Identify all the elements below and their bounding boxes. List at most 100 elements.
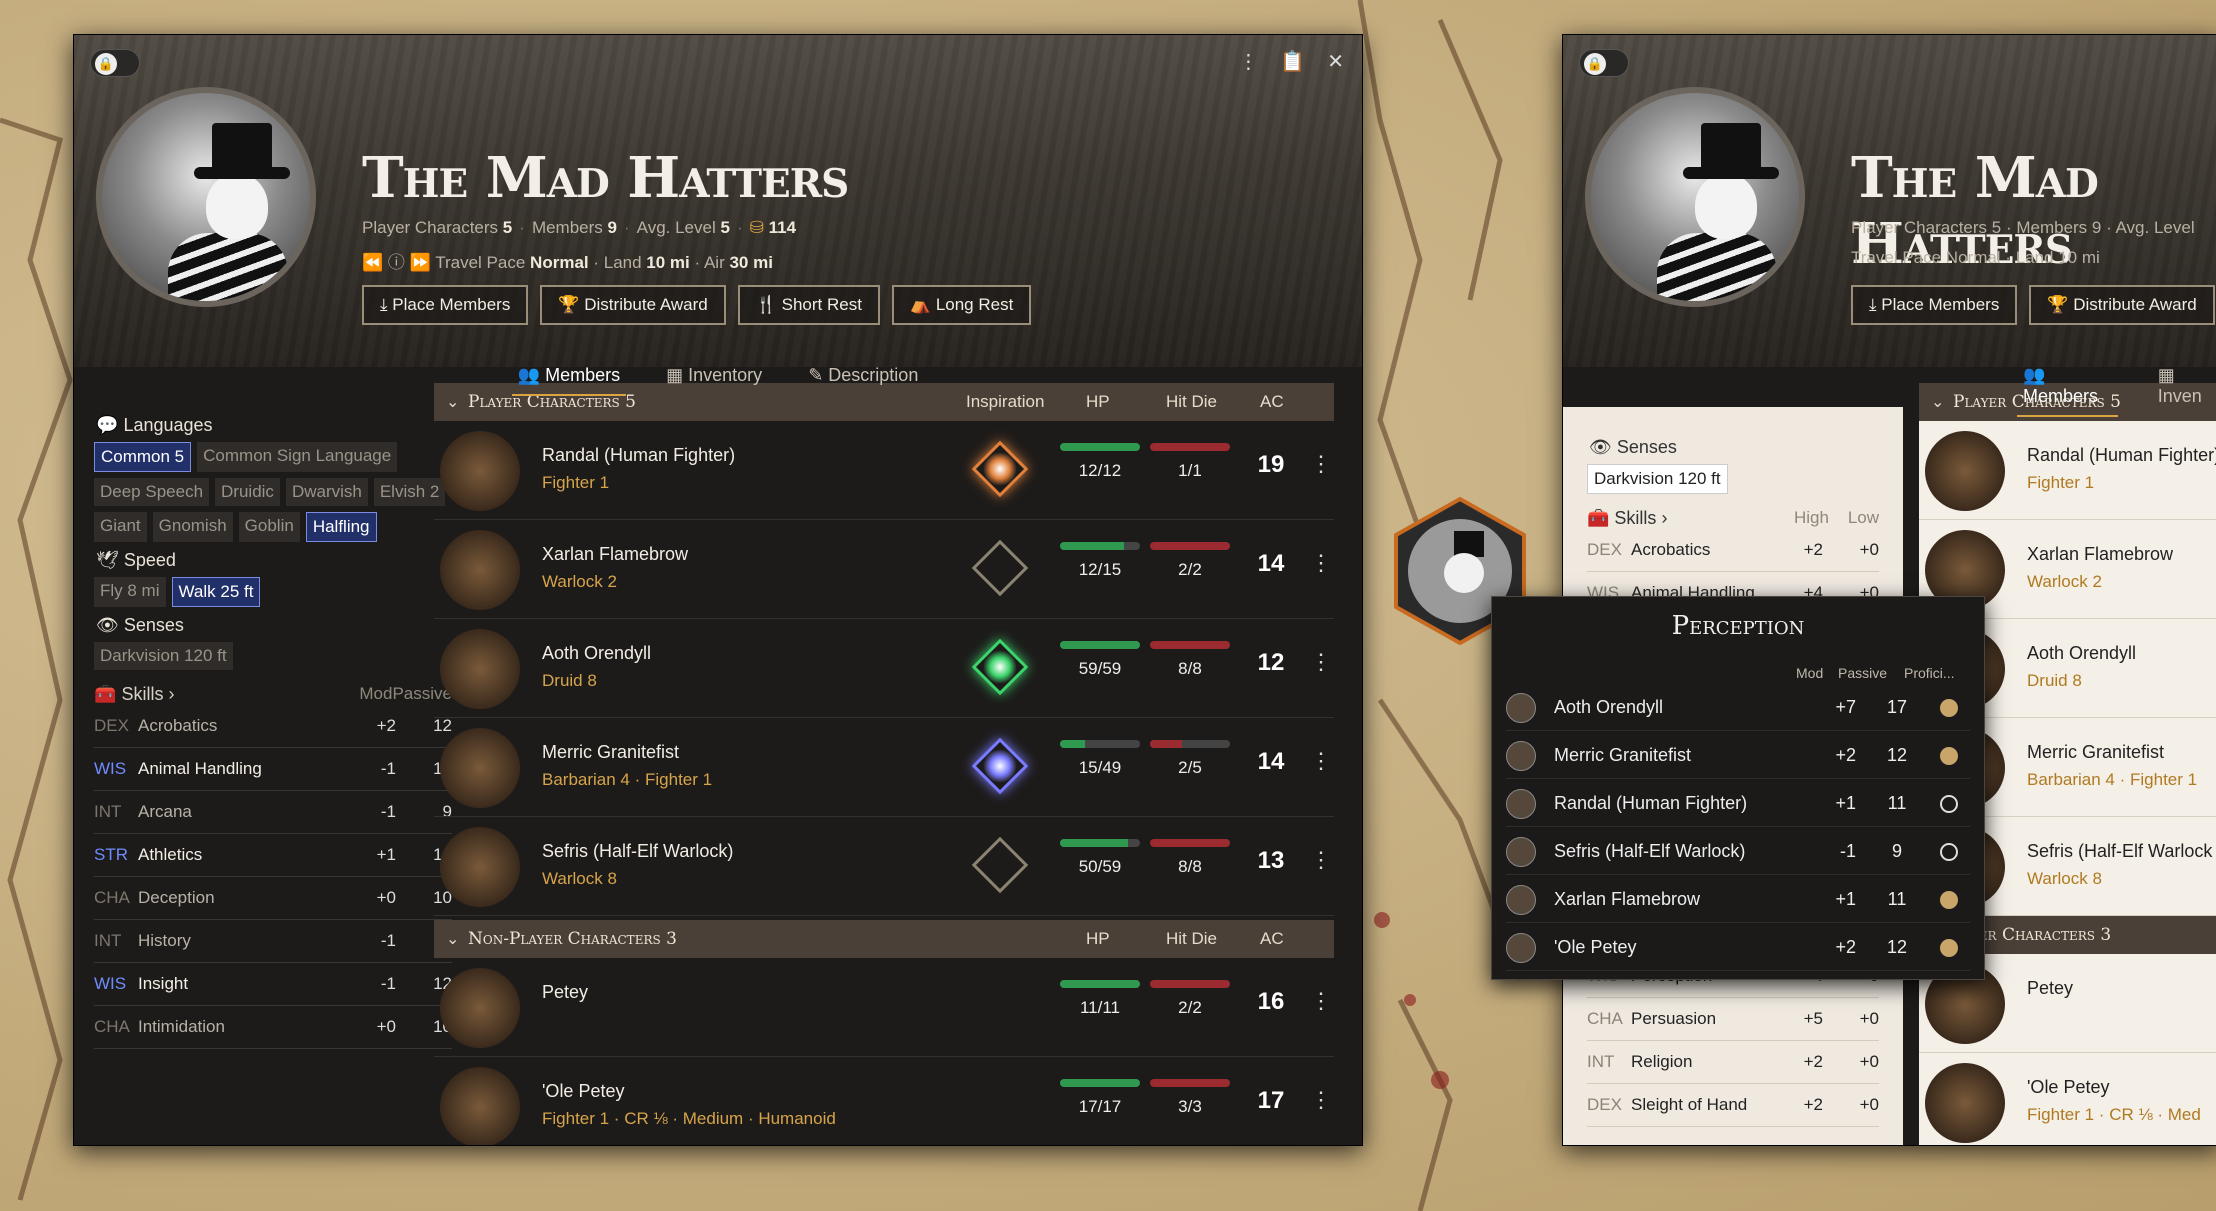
rewind-icon[interactable]: ⏪: [362, 253, 383, 272]
member-portrait[interactable]: [440, 629, 520, 709]
lock-toggle-2[interactable]: 🔒: [1579, 49, 1629, 77]
menu-kebab-icon[interactable]: ⋮: [1310, 550, 1332, 576]
place-members-button[interactable]: ⤓ Place Members: [362, 285, 529, 325]
skills-heading[interactable]: 🧰 Skills › ModPassive: [94, 684, 452, 705]
member-portrait[interactable]: [440, 968, 520, 1048]
tab-members[interactable]: 👥 Members: [511, 361, 627, 396]
language-pill[interactable]: Gnomish: [152, 512, 233, 542]
tab-inventory-2[interactable]: ▦ Inven: [2152, 361, 2216, 417]
member-name[interactable]: 'Ole Petey: [2027, 1077, 2109, 1098]
member-name[interactable]: Merric Granitefist: [542, 742, 679, 763]
member-name[interactable]: Randal (Human Fighter): [2027, 445, 2216, 466]
menu-kebab-icon[interactable]: ⋮: [1310, 451, 1332, 477]
inspiration-icon[interactable]: [971, 440, 1029, 498]
member-row[interactable]: Petey 11/11 2/2 16 ⋮: [434, 958, 1334, 1057]
tab-description[interactable]: ✎ Description: [802, 361, 924, 396]
skill-row[interactable]: DEX Sleight of Hand +2 +0: [1587, 1084, 1879, 1127]
menu-kebab-icon[interactable]: ⋮: [1310, 649, 1332, 675]
inspiration-icon[interactable]: [971, 836, 1029, 894]
member-row[interactable]: Merric Granitefist Barbarian 4 · Fighter …: [434, 718, 1334, 817]
member-name[interactable]: Sefris (Half-Elf Warlock): [542, 841, 733, 862]
member-portrait[interactable]: [1925, 1063, 2005, 1143]
language-pill[interactable]: Druidic: [215, 478, 280, 506]
party-avatar-2[interactable]: [1585, 87, 1805, 307]
place-members-button-2[interactable]: ⤓ Place Members: [1851, 285, 2018, 325]
member-row[interactable]: Randal (Human Fighter) Fighter 1: [1919, 421, 2216, 520]
skill-row[interactable]: WISAnimal Handling-112: [94, 748, 452, 791]
menu-kebab-icon[interactable]: ⋮: [1310, 847, 1332, 873]
party-sheet: 🔒 ⋮ 📋 ✕ The Mad Hatters Player Character…: [73, 34, 1363, 1146]
perception-row[interactable]: Randal (Human Fighter) +1 11: [1506, 779, 1970, 827]
skill-row[interactable]: INT Arcana -1 9: [94, 791, 452, 834]
member-portrait[interactable]: [1925, 431, 2005, 511]
member-name[interactable]: Randal (Human Fighter): [542, 445, 735, 466]
member-portrait[interactable]: [440, 530, 520, 610]
skill-row[interactable]: STRAthletics+114: [94, 834, 452, 877]
menu-kebab-icon[interactable]: ⋮: [1310, 988, 1332, 1014]
tab-inventory[interactable]: ▦ Inventory: [660, 361, 768, 396]
menu-kebab-icon[interactable]: ⋮: [1310, 748, 1332, 774]
skill-row[interactable]: INTHistory-19: [94, 920, 452, 963]
skill-row[interactable]: CHA Persuasion +5 +0: [1587, 998, 1879, 1041]
member-portrait[interactable]: [440, 431, 520, 511]
perception-row[interactable]: Xarlan Flamebrow +1 11: [1506, 875, 1970, 923]
speed-pill[interactable]: Walk 25 ft: [171, 577, 261, 607]
member-row[interactable]: Xarlan Flamebrow Warlock 2 12/15 2/2 14 ⋮: [434, 520, 1334, 619]
member-portrait[interactable]: [440, 728, 520, 808]
member-name[interactable]: Xarlan Flamebrow: [2027, 544, 2173, 565]
member-name[interactable]: Xarlan Flamebrow: [542, 544, 688, 565]
member-row[interactable]: 'Ole Petey Fighter 1 · CR ⅛ · Med: [1919, 1053, 2216, 1145]
skill-row[interactable]: DEX Acrobatics +2 12: [94, 705, 452, 748]
skill-row[interactable]: INT Religion +2 +0: [1587, 1041, 1879, 1084]
skills-heading-2[interactable]: 🧰 Skills › High Low: [1587, 508, 1879, 529]
skill-row[interactable]: CHA Deception +0 10: [94, 877, 452, 920]
clipboard-icon[interactable]: 📋: [1280, 49, 1305, 74]
skill-row[interactable]: CHA Intimidation +0 10: [94, 1006, 452, 1049]
member-name[interactable]: Petey: [2027, 978, 2073, 999]
language-pill[interactable]: Dwarvish: [285, 478, 368, 506]
perception-row[interactable]: 'Ole Petey +2 12: [1506, 923, 1970, 971]
perception-row[interactable]: Aoth Orendyll +7 17: [1506, 683, 1970, 731]
member-name[interactable]: Aoth Orendyll: [2027, 643, 2136, 664]
member-avatar: [1506, 789, 1536, 819]
language-pill[interactable]: Halfling: [305, 512, 377, 542]
long-rest-button[interactable]: ⛺ Long Rest: [891, 285, 1032, 325]
language-pill[interactable]: Deep Speech: [94, 478, 210, 506]
short-rest-button[interactable]: 🍴 Short Rest: [737, 285, 880, 325]
tab-members-2[interactable]: 👥 Members: [2017, 361, 2118, 417]
skill-row[interactable]: DEX Acrobatics +2 +0: [1587, 529, 1879, 572]
party-avatar[interactable]: [96, 87, 316, 307]
menu-kebab-icon[interactable]: ⋮: [1238, 49, 1258, 74]
member-row[interactable]: Sefris (Half-Elf Warlock) Warlock 8 50/59 8…: [434, 817, 1334, 916]
member-name[interactable]: Petey: [542, 982, 588, 1003]
member-name[interactable]: Sefris (Half-Elf Warlock: [2027, 841, 2212, 862]
distribute-award-button[interactable]: 🏆 Distribute Award: [540, 285, 726, 325]
menu-kebab-icon[interactable]: ⋮: [1310, 1087, 1332, 1113]
inspiration-icon[interactable]: [971, 737, 1029, 795]
member-row[interactable]: 'Ole Petey Fighter 1 · CR ⅛ · Medium · Hu…: [434, 1057, 1334, 1145]
lock-toggle[interactable]: 🔒: [90, 49, 140, 77]
inspiration-icon[interactable]: [971, 638, 1029, 696]
npc-section-header[interactable]: ⌄ Non-Player Characters 3 HP Hit Die AC: [434, 920, 1334, 958]
member-portrait[interactable]: [440, 827, 520, 907]
forward-icon[interactable]: ⏩: [410, 253, 431, 272]
perception-mod: +1: [1835, 889, 1856, 909]
language-pill[interactable]: Goblin: [238, 512, 300, 542]
member-portrait[interactable]: [440, 1067, 520, 1145]
member-name[interactable]: 'Ole Petey: [542, 1081, 624, 1102]
info-icon[interactable]: ⓘ: [388, 253, 405, 272]
perception-row[interactable]: Sefris (Half-Elf Warlock) -1 9: [1506, 827, 1970, 875]
language-pill[interactable]: Giant: [94, 512, 147, 542]
close-icon[interactable]: ✕: [1327, 49, 1344, 74]
distribute-award-button-2[interactable]: 🏆 Distribute Award: [2029, 285, 2215, 325]
skill-row[interactable]: WIS Insight -1 12: [94, 963, 452, 1006]
member-row[interactable]: Randal (Human Fighter) Fighter 1 12/12 1/1 1…: [434, 421, 1334, 520]
speed-pill[interactable]: Fly 8 mi: [94, 577, 166, 607]
language-pill[interactable]: Common Sign Language: [197, 442, 398, 472]
member-row[interactable]: Aoth Orendyll Druid 8 59/59 8/8 12 ⋮: [434, 619, 1334, 718]
member-name[interactable]: Aoth Orendyll: [542, 643, 651, 664]
perception-row[interactable]: Merric Granitefist +2 12: [1506, 731, 1970, 779]
inspiration-icon[interactable]: [971, 539, 1029, 597]
member-name[interactable]: Merric Granitefist: [2027, 742, 2164, 763]
language-pill[interactable]: Common 5: [94, 442, 192, 472]
